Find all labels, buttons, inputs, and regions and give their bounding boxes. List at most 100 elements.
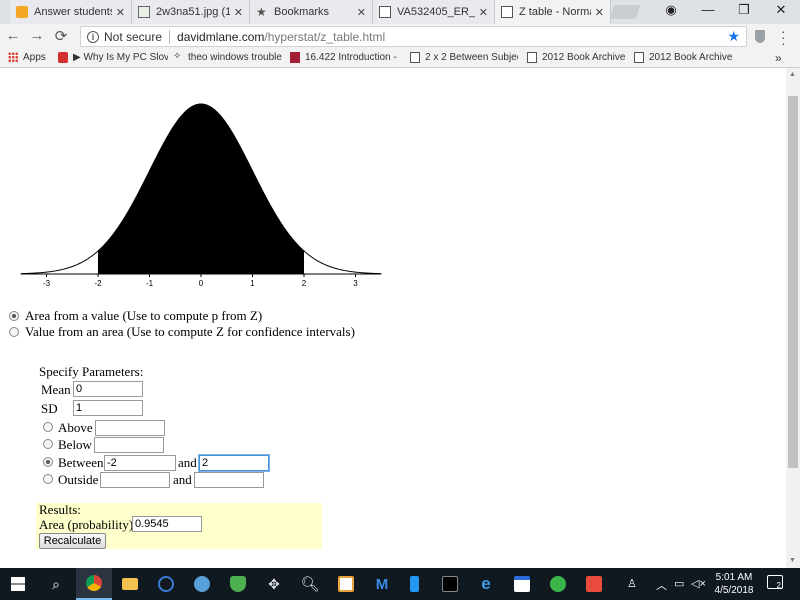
system-clock[interactable]: 5:01 AM 4/5/2018 — [707, 571, 761, 597]
outside-low-input[interactable] — [100, 472, 170, 488]
malwarebytes-icon: M — [376, 576, 389, 593]
scroll-down-icon[interactable]: ▼ — [789, 557, 796, 564]
tab-image[interactable]: 2w3na51.jpg (125 ✕ — [132, 0, 250, 24]
below-input[interactable] — [94, 437, 164, 453]
taskbar-app-blue[interactable] — [148, 568, 184, 600]
restore-icon[interactable]: ❐ — [734, 2, 754, 18]
profile-icon[interactable]: ◉ — [661, 2, 681, 18]
bookmark-2012-book-archive[interactable]: 2012 Book Archive — [527, 52, 627, 63]
taskbar-app-shield[interactable] — [220, 568, 256, 600]
taskbar-app-document[interactable] — [328, 568, 364, 600]
outside-high-input[interactable] — [194, 472, 264, 488]
bookmark-why-is-my-pc-slow[interactable]: ▶ Why Is My PC Slov — [58, 52, 168, 63]
taskbar-app-usb[interactable] — [396, 568, 432, 600]
above-input[interactable] — [95, 420, 165, 436]
menu-dots-icon[interactable]: ··· — [781, 28, 786, 46]
document-icon — [379, 6, 391, 18]
url-host: davidmlane.com — [177, 30, 264, 44]
image-file-icon — [138, 6, 150, 18]
document-app-icon — [338, 576, 354, 592]
bookmark-2x2-between[interactable]: 2 x 2 Between Subjec — [410, 52, 518, 63]
normal-curve-chart: -3-2-10123 — [18, 98, 382, 294]
chevron-up-icon[interactable]: ︿ — [656, 577, 667, 593]
notification-center-icon[interactable]: 2 — [767, 575, 783, 589]
bookmark-apps[interactable]: Apps — [8, 52, 52, 63]
x-tick-label: 2 — [302, 279, 307, 288]
tick-group: -3-2-10123 — [43, 274, 358, 288]
extension-shield-icon[interactable] — [755, 30, 765, 43]
volume-icon[interactable]: ◁× — [691, 577, 706, 590]
taskbar-edge[interactable]: e — [468, 568, 504, 600]
mode-area-radio[interactable] — [9, 311, 19, 321]
taskbar-calendar[interactable] — [504, 568, 540, 600]
bookmark-2012-book-archive-2[interactable]: 2012 Book Archive — [634, 52, 734, 63]
taskbar-app-search[interactable]: 🔍︎ — [292, 568, 328, 600]
battery-icon[interactable]: ▭ — [674, 577, 684, 590]
start-button[interactable] — [0, 568, 36, 600]
close-icon[interactable]: ✕ — [479, 6, 488, 19]
bookmark-16-422[interactable]: 16.422 Introduction - — [290, 52, 402, 63]
mode-area-label: Area from a value (Use to compute p from… — [25, 308, 262, 324]
address-bar[interactable]: i Not secure davidmlane.com/hyperstat/z_… — [80, 26, 747, 47]
mode-value-from-area[interactable]: Value from an area (Use to compute Z for… — [9, 324, 355, 340]
window-close-icon[interactable]: ✕ — [771, 2, 791, 18]
mode-value-radio[interactable] — [9, 327, 19, 337]
bookmark-label: 2 x 2 Between Subjec — [425, 52, 518, 63]
tab-z-table[interactable]: Z table - Normal ✕ — [495, 0, 611, 24]
x-tick-label: -1 — [146, 279, 154, 288]
page-content: -3-2-10123 Area from a value (Use to com… — [0, 68, 786, 568]
close-icon[interactable]: ✕ — [234, 6, 243, 19]
taskbar-app-globe[interactable] — [184, 568, 220, 600]
outside-label: Outside — [58, 472, 98, 488]
back-arrow-icon[interactable]: ← — [4, 27, 22, 44]
bookmark-theo-windows[interactable]: ✧ theo windows trouble — [173, 52, 284, 63]
between-radio[interactable] — [43, 457, 53, 467]
bookmarks-overflow-button[interactable]: » — [775, 51, 782, 65]
tab-answer-students[interactable]: Answer students' ✕ — [10, 0, 132, 24]
close-icon[interactable]: ✕ — [595, 6, 604, 19]
bookmark-label: 2012 Book Archive — [542, 52, 625, 63]
between-high-input[interactable]: 2 — [199, 455, 269, 471]
info-icon[interactable]: i — [87, 31, 99, 43]
calendar-check-icon — [514, 576, 530, 592]
scroll-up-icon[interactable]: ▲ — [789, 71, 796, 78]
tab-va532405[interactable]: VA532405_ER_SP ✕ — [373, 0, 495, 24]
vertical-scrollbar[interactable]: ▲ ▼ — [786, 68, 800, 568]
between-low-input[interactable]: -2 — [104, 455, 176, 471]
taskbar-file-explorer[interactable] — [112, 568, 148, 600]
mean-input[interactable]: 0 — [73, 381, 143, 397]
taskbar-app-green[interactable] — [540, 568, 576, 600]
above-radio[interactable] — [43, 422, 53, 432]
reload-icon[interactable]: ⟳ — [52, 27, 70, 45]
tab-bookmarks[interactable]: ★ Bookmarks ✕ — [250, 0, 373, 24]
recalculate-button[interactable]: Recalculate — [39, 533, 106, 549]
mode-area-from-value[interactable]: Area from a value (Use to compute p from… — [9, 308, 262, 324]
people-icon[interactable]: ♙ — [627, 577, 637, 590]
minimize-icon[interactable]: — — [698, 2, 718, 17]
folder-icon — [122, 578, 138, 590]
terminal-icon — [442, 576, 458, 592]
below-radio[interactable] — [43, 439, 53, 449]
close-icon[interactable]: ✕ — [357, 6, 366, 19]
bookmark-star-icon[interactable]: ★ — [727, 28, 740, 45]
tab-strip: Answer students' ✕ 2w3na51.jpg (125 ✕ ★ … — [0, 0, 800, 24]
new-tab-button[interactable] — [609, 5, 640, 19]
taskbar-cmd[interactable] — [432, 568, 468, 600]
sd-input[interactable]: 1 — [73, 400, 143, 416]
chrome-icon — [86, 575, 102, 591]
taskbar-chrome[interactable] — [76, 568, 112, 600]
below-label: Below — [58, 437, 92, 453]
forward-arrow-icon[interactable]: → — [28, 27, 46, 44]
area-output[interactable]: 0.9545 — [132, 516, 202, 532]
search-button[interactable]: ⌕ — [38, 568, 74, 600]
between-and-label: and — [178, 455, 197, 471]
shield-icon — [230, 576, 246, 592]
tab-title: VA532405_ER_SP — [397, 6, 475, 18]
scroll-thumb[interactable] — [788, 96, 798, 468]
taskbar-app-malwarebytes[interactable]: M — [364, 568, 400, 600]
x-tick-label: -2 — [94, 279, 102, 288]
taskbar-app-chart[interactable] — [576, 568, 612, 600]
close-icon[interactable]: ✕ — [116, 6, 125, 19]
taskbar-app-network[interactable]: ✥ — [256, 568, 292, 600]
outside-radio[interactable] — [43, 474, 53, 484]
